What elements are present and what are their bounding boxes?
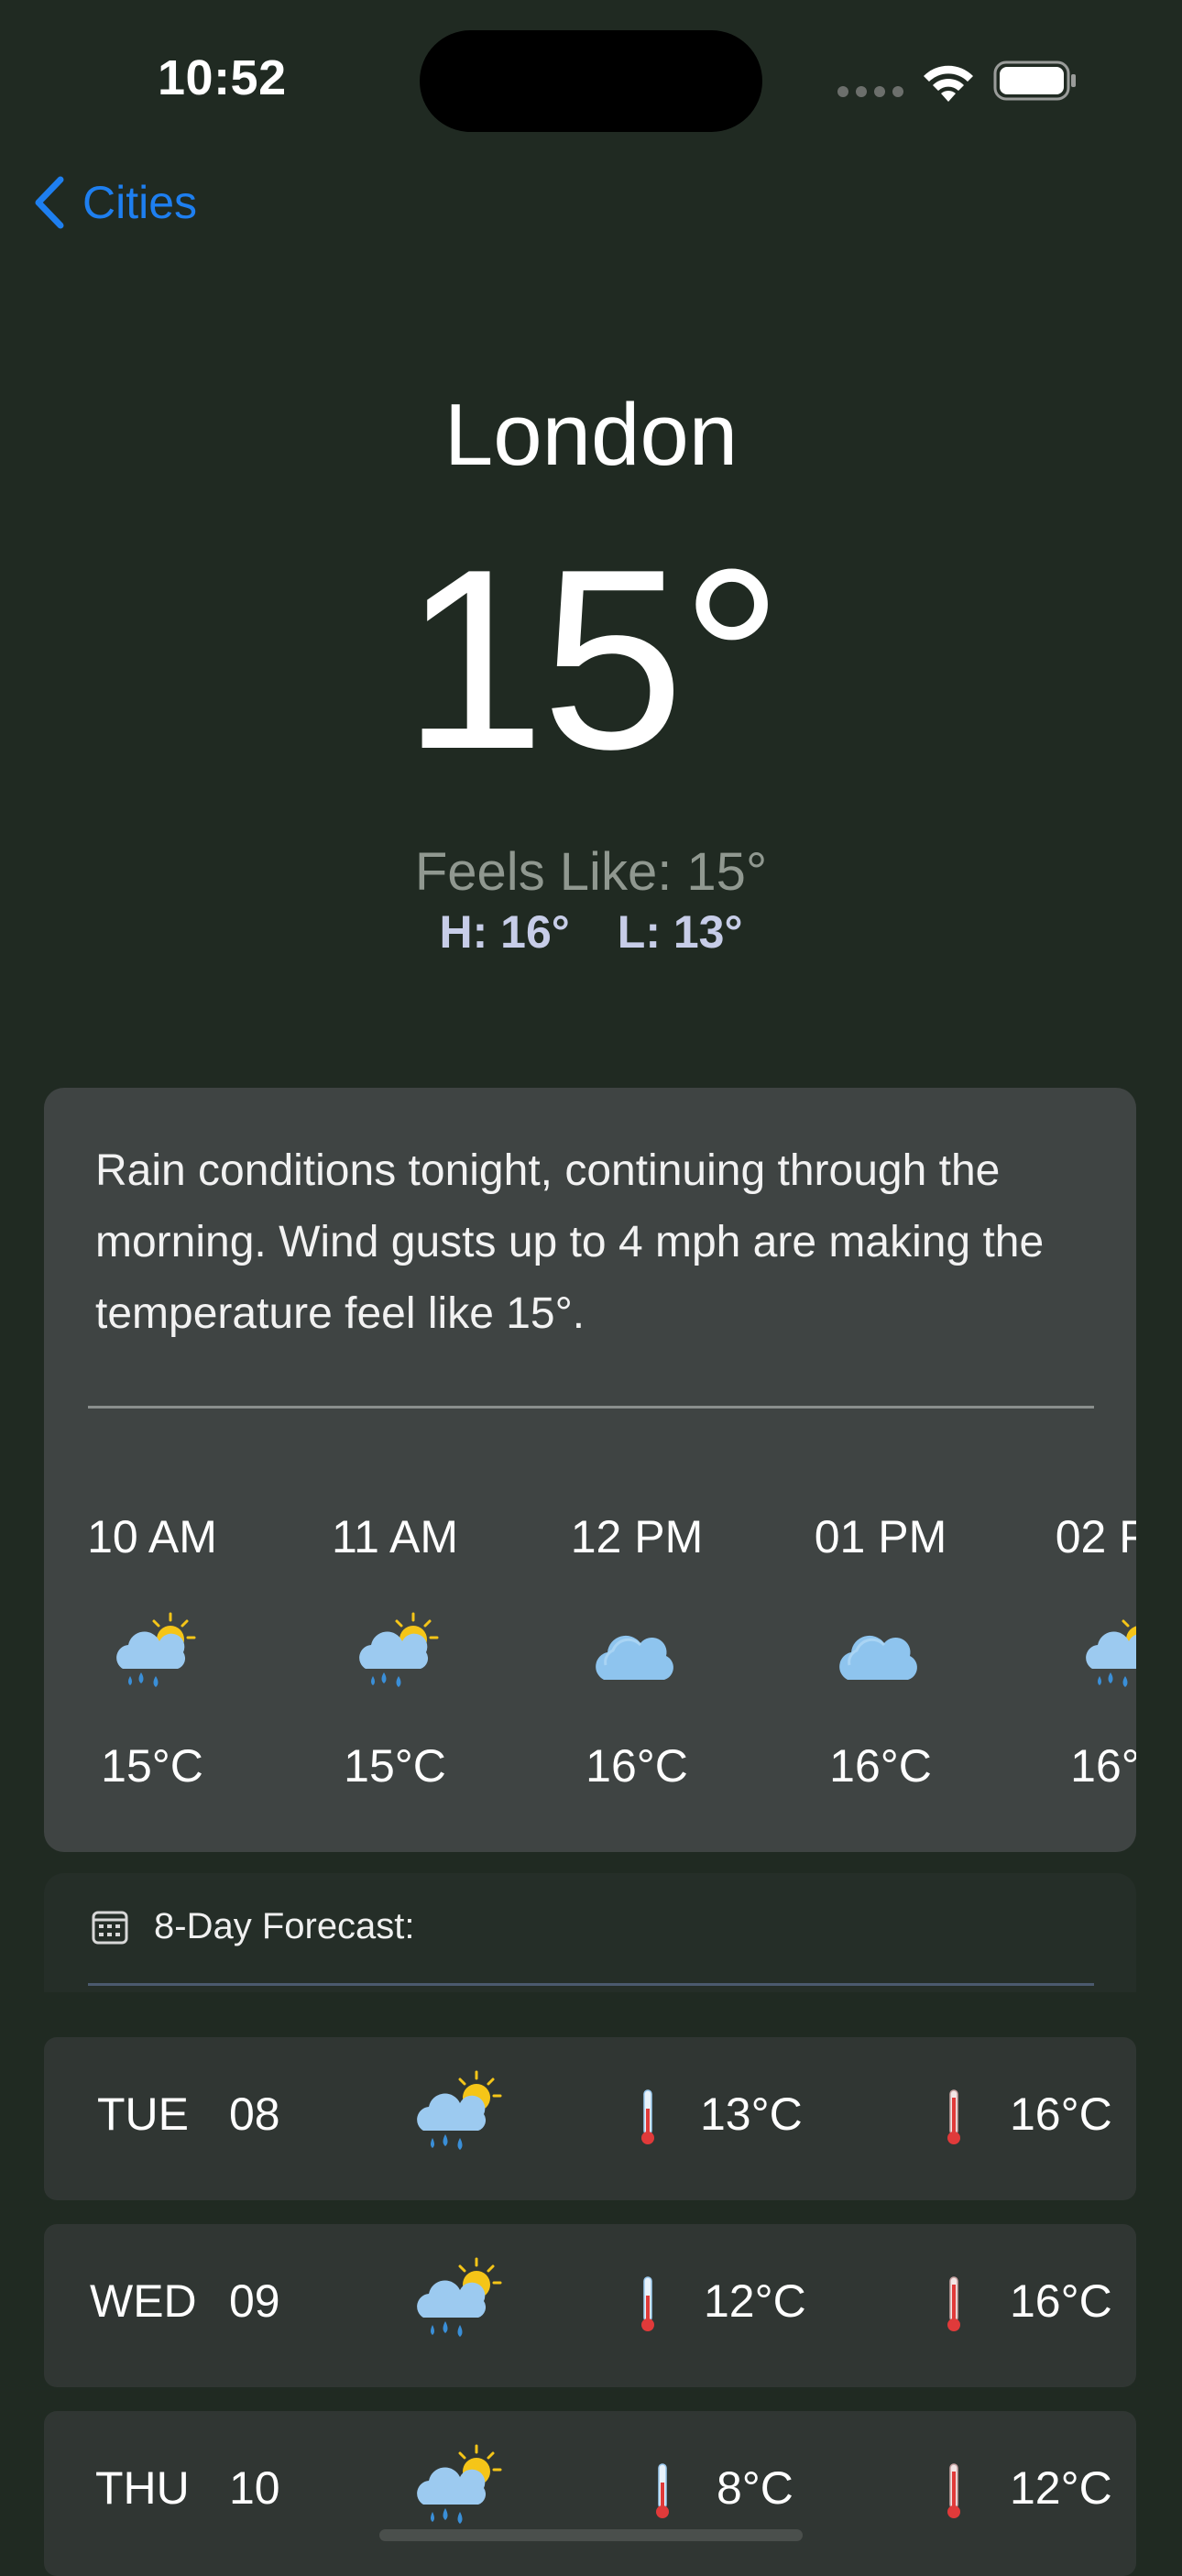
sun-rain-cloud-icon	[417, 2257, 502, 2337]
thermometer-cold-icon	[641, 2089, 654, 2144]
calendar-icon	[92, 1911, 128, 1945]
hourly-item: 12 PM 16°C	[545, 1509, 728, 1792]
forecast-date: 09	[229, 2275, 280, 2327]
feels-like: Feels Like: 15°	[414, 842, 768, 902]
hour-time: 12 PM	[570, 1511, 704, 1562]
hour-time: 01 PM	[814, 1511, 947, 1562]
forecast-header: 8-Day Forecast:	[44, 1873, 1136, 1992]
hour-temperature: 15°C	[344, 1740, 446, 1792]
thermometer-hot-icon	[947, 2089, 960, 2144]
back-label: Cities	[82, 177, 198, 228]
hour-temperature: 16°C	[829, 1740, 932, 1792]
forecast-high: 16°C	[1010, 2088, 1112, 2140]
forecast-day: TUE	[97, 2088, 189, 2140]
hour-temperature: 16°C	[1070, 1740, 1136, 1792]
hour-time: 11 AM	[331, 1511, 459, 1562]
city-name: London	[443, 386, 739, 484]
hour-time: 10 AM	[87, 1511, 217, 1562]
sun-rain-cloud-icon	[116, 1612, 196, 1687]
cloud-icon	[596, 1635, 673, 1680]
cellular-signal-icon	[837, 86, 903, 97]
back-button[interactable]: Cities	[33, 176, 197, 229]
dynamic-island	[420, 30, 762, 132]
home-indicator[interactable]	[379, 2529, 803, 2541]
cloud-icon	[839, 1635, 917, 1680]
forecast-row[interactable]: THU 10 8°C 12°C	[44, 2411, 1136, 2576]
sun-rain-cloud-icon	[417, 2070, 502, 2150]
conditions-summary: Rain conditions tonight, continuing thro…	[95, 1146, 1045, 1338]
battery-icon	[993, 60, 1076, 101]
chevron-left-icon	[35, 176, 64, 229]
forecast-row[interactable]: TUE 08 13°C 16°C	[44, 2037, 1136, 2200]
hourly-forecast[interactable]: 10 AM 15°C 11 AM 15°C 12 PM 16°C 01 PM 1…	[44, 1509, 1136, 1803]
forecast-low: 12°C	[704, 2275, 806, 2327]
divider	[88, 1983, 1094, 1986]
forecast-day: THU	[95, 2462, 190, 2514]
hour-temperature: 15°C	[101, 1740, 203, 1792]
forecast-high: 12°C	[1010, 2462, 1112, 2514]
low-temperature: L: 13°	[617, 906, 743, 958]
forecast-date: 08	[229, 2088, 280, 2140]
hour-temperature: 16°C	[586, 1740, 688, 1792]
thermometer-hot-icon	[947, 2463, 960, 2518]
thermometer-hot-icon	[947, 2276, 960, 2331]
hour-time: 02 PM	[1055, 1511, 1136, 1562]
forecast-high: 16°C	[1010, 2275, 1112, 2327]
high-temperature: H: 16°	[439, 906, 570, 958]
sun-rain-cloud-icon	[417, 2444, 502, 2524]
sun-rain-cloud-icon	[1086, 1619, 1136, 1687]
divider	[88, 1406, 1094, 1409]
hourly-item: 02 PM 16°C	[1030, 1509, 1136, 1792]
wifi-icon	[924, 65, 973, 102]
forecast-date: 10	[229, 2462, 280, 2514]
hourly-item: 01 PM 16°C	[789, 1509, 972, 1792]
forecast-low: 8°C	[717, 2462, 793, 2514]
hourly-item: 11 AM 15°C	[303, 1509, 487, 1792]
forecast-row[interactable]: WED 09 12°C 16°C	[44, 2224, 1136, 2387]
forecast-title: 8-Day Forecast:	[154, 1906, 415, 1946]
conditions-card: Rain conditions tonight, continuing thro…	[44, 1088, 1136, 1852]
current-temperature: 15°	[402, 517, 783, 803]
thermometer-cold-icon	[641, 2276, 654, 2331]
sun-rain-cloud-icon	[359, 1612, 439, 1687]
forecast-day: WED	[90, 2275, 197, 2327]
forecast-low: 13°C	[700, 2088, 803, 2140]
thermometer-cold-icon	[656, 2463, 669, 2518]
hourly-item: 10 AM 15°C	[60, 1509, 244, 1792]
high-low: H: 16° L: 13°	[0, 905, 1182, 959]
status-time: 10:52	[158, 50, 287, 105]
